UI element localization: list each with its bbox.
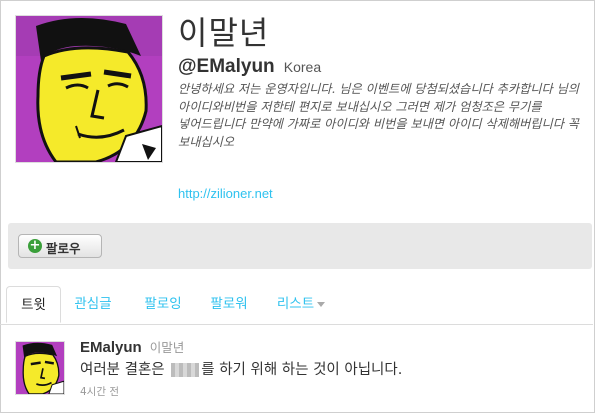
tweet-text-after: 를 하기 위해 하는 것이 아닙니다. bbox=[201, 362, 403, 378]
tweet-header: EMalyun 이말년 bbox=[80, 337, 184, 356]
profile-bio: 안녕하세요 저는 운영자입니다. 님은 이벤트에 당첨되셨습니다 추카합니다 님… bbox=[178, 82, 580, 149]
tab-following[interactable]: 팔로잉 bbox=[130, 286, 196, 323]
profile-tabs: 트윗 관심글 팔로잉 팔로워 리스트 bbox=[0, 286, 593, 325]
profile-name: 이말년 bbox=[178, 14, 270, 52]
profile-url-link[interactable]: http://zilioner.net bbox=[178, 186, 273, 201]
tweet-text: 여러분 결혼은 를 하기 위해 하는 것이 아닙니다. bbox=[80, 358, 402, 379]
tab-label: 관심글 bbox=[74, 296, 112, 312]
tweet-avatar[interactable] bbox=[15, 341, 65, 395]
profile-location: Korea bbox=[283, 59, 322, 75]
profile-handle: @EMalyun bbox=[178, 56, 275, 77]
tab-tweets[interactable]: 트윗 bbox=[6, 286, 61, 323]
tab-followers[interactable]: 팔로워 bbox=[198, 286, 260, 323]
plus-icon: + bbox=[28, 238, 42, 253]
tab-label: 팔로워 bbox=[210, 296, 248, 312]
chevron-down-icon bbox=[317, 301, 326, 307]
avatar-cartoon-face-icon bbox=[16, 342, 64, 394]
follow-button[interactable]: + 팔로우 bbox=[18, 234, 102, 258]
tab-label: 트윗 bbox=[21, 297, 46, 313]
follow-button-label: 팔로우 bbox=[46, 241, 81, 256]
tab-label: 리스트 bbox=[276, 296, 315, 312]
follow-panel: + 팔로우 bbox=[8, 223, 592, 269]
avatar-cartoon-face-icon bbox=[16, 16, 162, 162]
tab-lists[interactable]: 리스트 bbox=[266, 286, 336, 323]
tab-label: 팔로잉 bbox=[144, 296, 182, 312]
profile-avatar[interactable] bbox=[15, 15, 163, 163]
redacted-blur bbox=[171, 363, 200, 377]
tweet-timestamp[interactable]: 4시간 전 bbox=[80, 384, 119, 399]
tweet-fullname: 이말년 bbox=[149, 340, 185, 355]
profile-handle-line: @EMalyun Korea bbox=[178, 56, 321, 78]
tab-favorites[interactable]: 관심글 bbox=[64, 286, 122, 323]
tweet-username[interactable]: EMalyun bbox=[80, 339, 142, 356]
tweet-text-before: 여러분 결혼은 bbox=[80, 362, 165, 378]
